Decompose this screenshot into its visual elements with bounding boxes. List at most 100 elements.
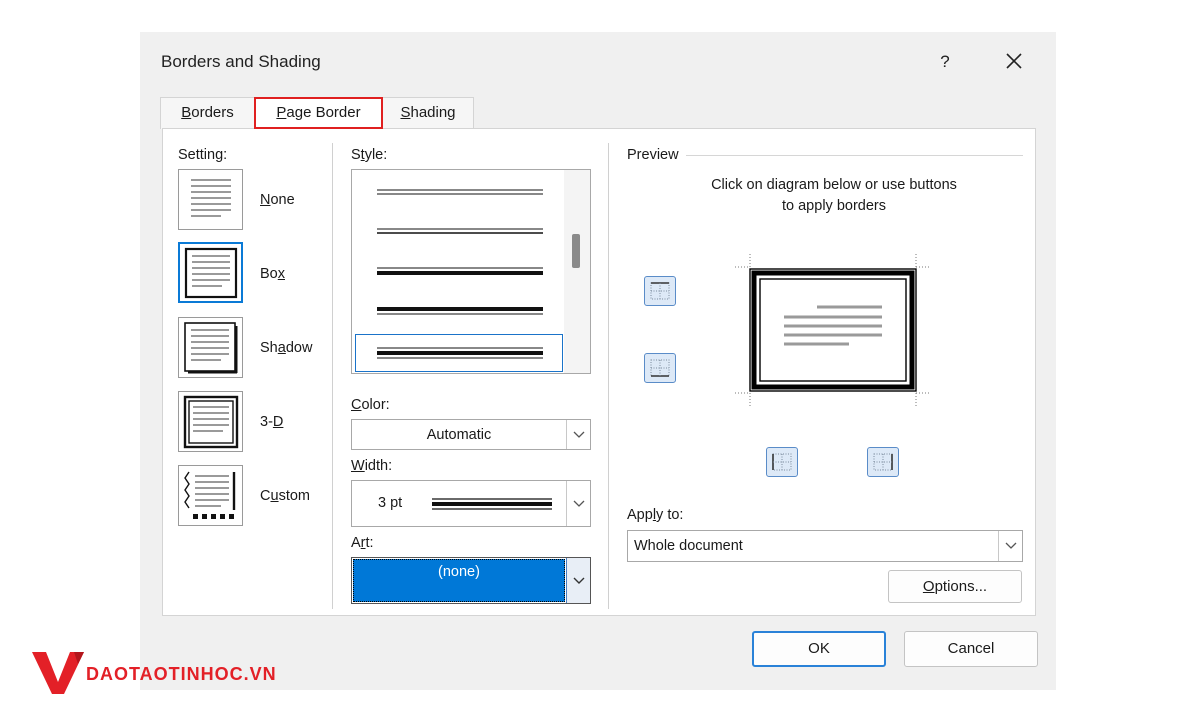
art-dropdown[interactable]: (none): [351, 557, 591, 604]
setting-none-mnemonic: N: [260, 192, 271, 208]
style-option[interactable]: [355, 172, 563, 210]
setting-custom-option[interactable]: [178, 465, 243, 526]
tab-shading-mnemonic: S: [400, 104, 411, 121]
color-value: Automatic: [426, 427, 492, 443]
setting-label: Setting:: [178, 147, 228, 163]
color-label-post: olor:: [361, 397, 390, 413]
art-label-post: t:: [365, 535, 374, 551]
right-border-button[interactable]: [867, 447, 899, 477]
setting-custom-label: Custom: [260, 488, 310, 504]
style-option[interactable]: [355, 292, 563, 330]
setting-custom-mnemonic: u: [270, 488, 279, 504]
scrollbar-thumb[interactable]: [572, 234, 580, 268]
tab-shading[interactable]: Shading: [382, 97, 474, 129]
style-option[interactable]: [355, 212, 563, 250]
tab-shading-label: hading: [410, 104, 456, 121]
width-label: Width:: [351, 458, 392, 474]
left-border-button[interactable]: [766, 447, 798, 477]
setting-3d-mnemonic: D: [272, 414, 284, 430]
apply-to-label-pre: App: [627, 507, 653, 523]
width-dropdown[interactable]: 3 pt: [351, 480, 591, 527]
color-label: Color:: [351, 397, 390, 413]
divider: [608, 143, 609, 609]
art-label-pre: A: [351, 535, 361, 551]
width-value: 3 pt: [378, 495, 403, 511]
cancel-button[interactable]: Cancel: [904, 631, 1038, 667]
ok-button[interactable]: OK: [752, 631, 886, 667]
left-border-icon: [772, 453, 792, 471]
setting-3d-icon: [183, 395, 239, 449]
width-line-swatch: [432, 498, 552, 510]
width-label-mnemonic: W: [351, 458, 365, 474]
line-style-swatch: [377, 228, 543, 234]
line-style-swatch: [377, 347, 543, 359]
art-label: Art:: [351, 535, 374, 551]
brand-logo-icon: [32, 652, 84, 694]
setting-3d-label: 3-D: [260, 414, 283, 430]
style-label-pre: S: [351, 147, 361, 163]
setting-box-option[interactable]: [178, 242, 243, 303]
setting-none-icon: [191, 179, 231, 217]
apply-to-label-post: y to:: [656, 507, 684, 523]
close-button[interactable]: [998, 46, 1030, 76]
setting-shadow-label: Shadow: [260, 340, 312, 356]
chevron-down-icon: [573, 431, 585, 438]
divider: [332, 143, 333, 609]
setting-custom-post: stom: [278, 488, 310, 504]
options-button[interactable]: Options...: [888, 570, 1022, 603]
style-scrollbar[interactable]: [564, 170, 590, 373]
setting-shadow-option[interactable]: [178, 317, 243, 378]
line-style-swatch: [377, 307, 543, 315]
setting-shadow-mnemonic: a: [277, 340, 286, 356]
page-border-preview: [735, 254, 931, 408]
setting-box-mnemonic: x: [277, 266, 285, 282]
setting-none-post: one: [270, 192, 295, 208]
style-option-selected[interactable]: [355, 334, 563, 372]
preview-diagram[interactable]: [717, 238, 949, 424]
apply-to-dropdown-arrow[interactable]: [998, 531, 1022, 561]
tab-borders-mnemonic: B: [181, 104, 192, 121]
preview-label: Preview: [627, 147, 679, 163]
tab-page-border[interactable]: Page Border: [254, 97, 383, 129]
style-label: Style:: [351, 147, 387, 163]
tab-borders[interactable]: Borders: [160, 97, 255, 129]
options-post: ptions...: [934, 578, 988, 595]
tab-page-border-mnemonic: P: [276, 104, 287, 121]
setting-shadow-post: dow: [285, 340, 313, 356]
color-label-mnemonic: C: [351, 397, 362, 413]
right-border-icon: [873, 453, 893, 471]
width-dropdown-arrow[interactable]: [566, 481, 590, 526]
setting-box-icon: [184, 247, 238, 299]
setting-none-option[interactable]: [178, 169, 243, 230]
preview-group-line: [686, 155, 1023, 156]
setting-box-pre: Bo: [260, 266, 278, 282]
style-listbox[interactable]: [351, 169, 591, 374]
dialog-title: Borders and Shading: [161, 52, 321, 71]
setting-3d-option[interactable]: [178, 391, 243, 452]
tab-borders-label: orders: [191, 104, 234, 121]
options-mnemonic: O: [922, 578, 935, 595]
chevron-down-icon: [573, 500, 585, 507]
borders-and-shading-dialog: Borders and Shading ? Borders Shading Pa…: [140, 32, 1056, 690]
brand-watermark-text: DAOTAOTINHOC.VN: [86, 664, 277, 684]
chevron-down-icon: [1005, 542, 1017, 549]
preview-instruction-line1: Click on diagram below or use buttons: [711, 177, 957, 193]
help-button[interactable]: ?: [930, 48, 960, 76]
bottom-border-button[interactable]: [644, 353, 676, 383]
color-dropdown[interactable]: Automatic: [351, 419, 591, 450]
top-border-button[interactable]: [644, 276, 676, 306]
setting-shadow-pre: Sh: [260, 340, 278, 356]
apply-to-dropdown[interactable]: Whole document: [627, 530, 1023, 562]
apply-to-value: Whole document: [634, 538, 743, 554]
bottom-border-icon: [650, 359, 670, 377]
style-option[interactable]: [355, 252, 563, 290]
art-dropdown-arrow[interactable]: [566, 558, 590, 603]
width-label-post: idth:: [364, 458, 393, 474]
apply-to-label: Apply to:: [627, 507, 683, 523]
page-border-tab-panel: Setting: None Box Shadow 3-D Custom Styl…: [162, 128, 1036, 616]
setting-none-label: None: [260, 192, 295, 208]
setting-custom-icon: [184, 471, 236, 519]
color-dropdown-arrow[interactable]: [566, 420, 590, 449]
top-border-icon: [650, 282, 670, 300]
setting-box-label: Box: [260, 266, 285, 282]
